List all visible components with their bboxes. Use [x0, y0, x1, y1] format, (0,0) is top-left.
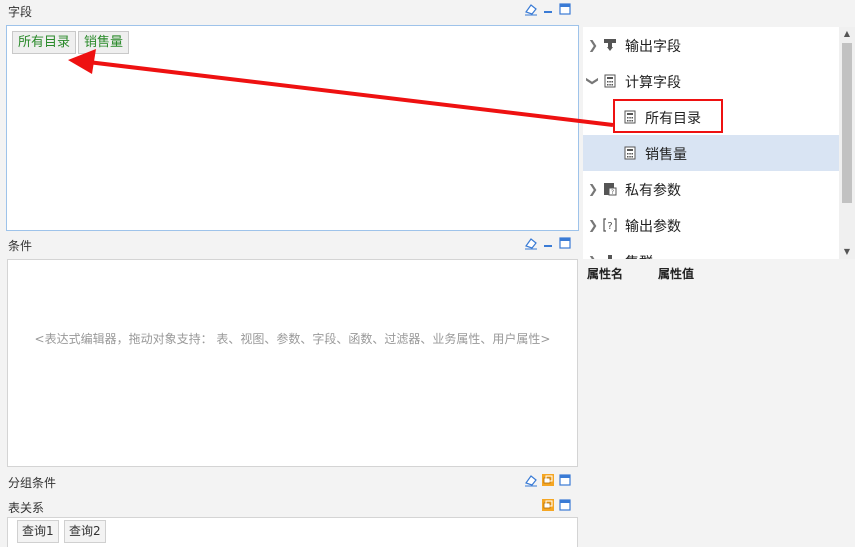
- expression-editor-placeholder: <表达式编辑器，拖动对象支持： 表、视图、参数、字段、函数、过滤器、业务属性、用…: [34, 332, 551, 346]
- maximize-icon[interactable]: [558, 236, 572, 250]
- maximize-icon[interactable]: [558, 2, 572, 16]
- calculator-icon: [623, 110, 637, 124]
- minimize-icon[interactable]: [541, 236, 555, 250]
- tree-scrollbar[interactable]: ▲ ▼: [839, 27, 855, 259]
- chevron-down-icon[interactable]: ❯: [586, 76, 600, 86]
- relation-header: 表关系: [0, 496, 580, 516]
- eraser-icon[interactable]: [524, 473, 538, 487]
- scroll-down-icon[interactable]: ▼: [839, 245, 855, 259]
- scrollbar-thumb[interactable]: [842, 43, 852, 203]
- eraser-icon[interactable]: [524, 236, 538, 250]
- minimize-icon[interactable]: [541, 2, 555, 16]
- relation-title: 表关系: [8, 501, 45, 515]
- properties-header: 属性名 属性值: [583, 259, 855, 285]
- calculator-icon: [623, 146, 637, 160]
- conditions-header: 条件: [0, 234, 580, 254]
- output-param-icon: [603, 218, 617, 232]
- tree-item-output-params[interactable]: ❯ 输出参数: [583, 207, 839, 243]
- maximize-icon[interactable]: [558, 498, 572, 512]
- restore-icon[interactable]: [541, 473, 555, 487]
- property-name-column: 属性名: [587, 267, 624, 281]
- tree-item-label: 计算字段: [625, 75, 681, 91]
- fields-header: 字段: [0, 0, 580, 20]
- group-title: 分组条件: [8, 476, 57, 490]
- field-chip-sales-volume[interactable]: 销售量: [78, 31, 130, 54]
- tree-item-cluster[interactable]: ❯ 集群: [583, 243, 839, 259]
- tree-item-label: 所有目录: [645, 111, 701, 127]
- tab-query2[interactable]: 查询2: [64, 520, 106, 543]
- tree-item-label: 私有参数: [625, 183, 681, 199]
- tree-item-private-params[interactable]: ❯ 私有参数: [583, 171, 839, 207]
- chevron-right-icon[interactable]: ❯: [588, 38, 598, 52]
- eraser-icon[interactable]: [524, 2, 538, 16]
- tree-item-sales-volume[interactable]: 销售量: [583, 135, 839, 171]
- relation-tools: [541, 498, 572, 512]
- restore-icon[interactable]: [541, 498, 555, 512]
- conditions-tools: [524, 236, 572, 250]
- maximize-icon[interactable]: [558, 473, 572, 487]
- relation-panel: 查询1 查询2: [7, 517, 578, 547]
- property-value-column: 属性值: [658, 267, 695, 281]
- group-tools: [524, 473, 572, 487]
- tree-item-label: 输出字段: [625, 39, 681, 55]
- tree-item-output-fields[interactable]: ❯ 输出字段: [583, 27, 839, 63]
- private-param-icon: [603, 182, 617, 196]
- fields-drop-area[interactable]: 所有目录 销售量: [6, 25, 579, 231]
- conditions-title: 条件: [8, 239, 33, 253]
- field-chip-all-catalog[interactable]: 所有目录: [12, 31, 77, 54]
- tree-item-label: 输出参数: [625, 219, 681, 235]
- group-header: 分组条件: [0, 471, 580, 491]
- output-field-icon: [603, 38, 617, 52]
- tree-item-label: 销售量: [645, 147, 687, 163]
- chevron-right-icon[interactable]: ❯: [588, 182, 598, 196]
- calculator-icon: [603, 74, 617, 88]
- tab-query1[interactable]: 查询1: [17, 520, 59, 543]
- fields-title: 字段: [8, 5, 33, 19]
- object-tree: ❯ 输出字段 ❯ 计算字段 所有目录 销售量 ❯ 私有参数 ❯ 输出参数 ❯ 集…: [583, 27, 855, 259]
- chevron-right-icon[interactable]: ❯: [588, 218, 598, 232]
- expression-editor[interactable]: <表达式编辑器，拖动对象支持： 表、视图、参数、字段、函数、过滤器、业务属性、用…: [7, 259, 578, 467]
- fields-tools: [524, 2, 572, 16]
- scroll-up-icon[interactable]: ▲: [839, 27, 855, 41]
- tree-item-all-catalog[interactable]: 所有目录: [583, 99, 839, 135]
- tree-item-calculated-fields[interactable]: ❯ 计算字段: [583, 63, 839, 99]
- tree-item-label: 集群: [625, 252, 653, 259]
